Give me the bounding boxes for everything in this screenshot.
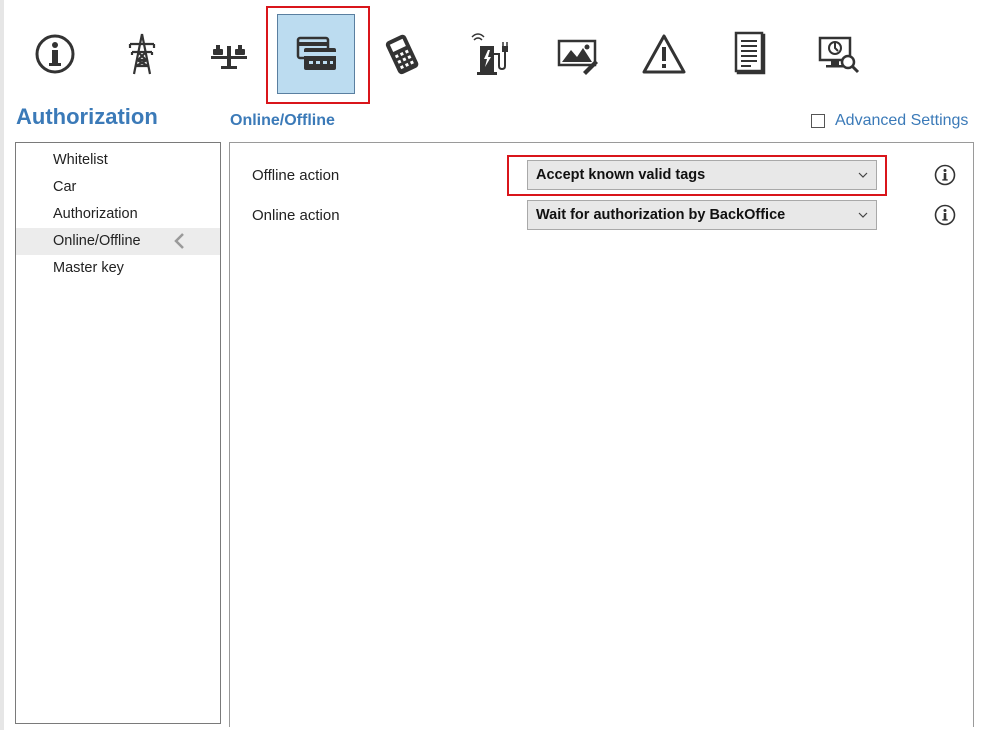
charging-station-icon bbox=[471, 33, 508, 75]
warning-icon bbox=[642, 34, 686, 74]
info-icon bbox=[35, 34, 75, 74]
toolbar-grid-button[interactable] bbox=[103, 14, 181, 94]
toolbar-document-button[interactable] bbox=[712, 14, 790, 94]
nav-item-label: Car bbox=[53, 179, 77, 195]
nav-item-label: Authorization bbox=[53, 206, 138, 222]
advanced-settings-checkbox[interactable] bbox=[811, 114, 825, 128]
toolbar-charging-button[interactable] bbox=[451, 14, 529, 94]
offline-action-label: Offline action bbox=[252, 167, 340, 184]
section-title: Authorization bbox=[16, 104, 158, 129]
online-action-label: Online action bbox=[252, 207, 340, 224]
nav-item-authorization[interactable]: Authorization bbox=[16, 201, 220, 228]
nav-item-online-offline[interactable]: Online/Offline bbox=[16, 228, 220, 255]
authorization-nav-list: Whitelist Car Authorization Online/Offli… bbox=[15, 142, 221, 724]
offline-action-select[interactable]: Accept known valid tags bbox=[527, 160, 877, 190]
power-tower-icon bbox=[128, 33, 156, 75]
toolbar-terminal-button[interactable] bbox=[364, 14, 442, 94]
panel-title: Online/Offline bbox=[230, 112, 335, 129]
online-action-select[interactable]: Wait for authorization by BackOffice bbox=[527, 200, 877, 230]
nav-item-label: Whitelist bbox=[53, 152, 108, 168]
toolbar-warning-button[interactable] bbox=[625, 14, 703, 94]
nav-item-master-key[interactable]: Master key bbox=[16, 255, 220, 282]
toolbar-info-button[interactable] bbox=[16, 14, 94, 94]
toolbar-authorization-button[interactable] bbox=[277, 14, 355, 94]
image-icon bbox=[557, 39, 598, 75]
offline-action-value: Accept known valid tags bbox=[536, 167, 706, 183]
advanced-settings-label: Advanced Settings bbox=[835, 112, 969, 129]
document-icon bbox=[734, 31, 766, 75]
advanced-settings-toggle[interactable]: Advanced Settings bbox=[811, 112, 968, 130]
monitor-diagnostics-icon bbox=[818, 36, 860, 74]
online-action-info-icon[interactable] bbox=[934, 204, 956, 226]
nav-item-label: Online/Offline bbox=[53, 233, 141, 249]
online-action-value: Wait for authorization by BackOffice bbox=[536, 207, 786, 223]
nav-item-label: Master key bbox=[53, 260, 124, 276]
payment-cards-icon bbox=[296, 36, 336, 70]
nav-item-whitelist[interactable]: Whitelist bbox=[16, 147, 220, 174]
chevron-down-icon bbox=[858, 212, 868, 218]
balance-scale-icon bbox=[211, 45, 247, 69]
toolbar-diagnostics-button[interactable] bbox=[799, 14, 877, 94]
toolbar-balance-button[interactable] bbox=[190, 14, 268, 94]
offline-action-info-icon[interactable] bbox=[934, 164, 956, 186]
toolbar-image-button[interactable] bbox=[538, 14, 616, 94]
card-terminal-icon bbox=[385, 34, 419, 75]
chevron-left-icon bbox=[174, 233, 184, 249]
chevron-down-icon bbox=[858, 172, 868, 178]
main-toolbar bbox=[0, 0, 1000, 110]
nav-item-car[interactable]: Car bbox=[16, 174, 220, 201]
